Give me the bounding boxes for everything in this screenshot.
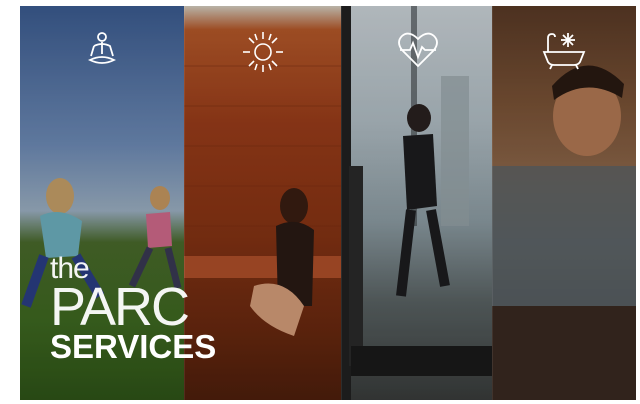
panel-divider xyxy=(492,6,493,400)
meditation-icon xyxy=(82,30,122,75)
heartbeat-icon xyxy=(396,30,440,75)
logo-line-parc: PARC xyxy=(50,277,190,337)
parc-services-logo: the PARC SERVICES xyxy=(50,254,216,364)
panel-gym xyxy=(341,6,492,400)
panel-ice-bath xyxy=(492,6,636,400)
services-banner: the PARC SERVICES xyxy=(20,6,636,400)
panel-divider xyxy=(341,6,342,400)
ice-bath-icon xyxy=(540,30,588,75)
sun-icon xyxy=(241,30,285,79)
